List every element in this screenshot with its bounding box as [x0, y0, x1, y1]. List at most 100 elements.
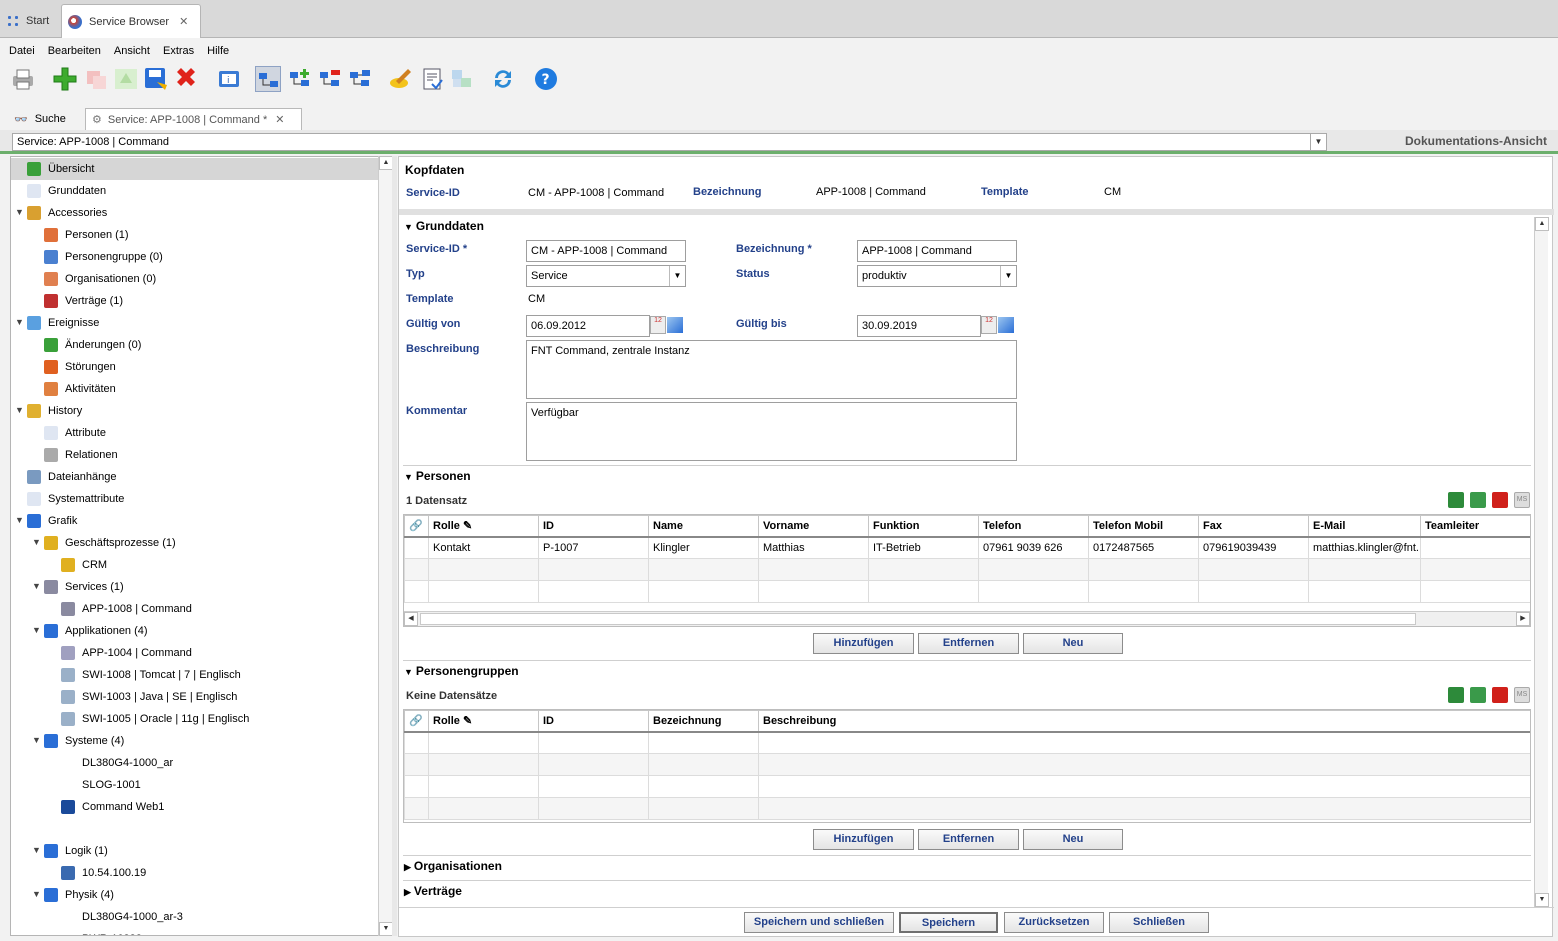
tree-item[interactable] [61, 818, 82, 840]
grunddaten-section[interactable]: ▼ Grunddaten [404, 219, 484, 233]
tree-item[interactable]: SWI-1003 | Java | SE | Englisch [61, 686, 237, 708]
service-select[interactable]: Service: APP-1008 | Command ▼ [12, 133, 1327, 151]
column-header[interactable]: Funktion [868, 515, 979, 538]
table-row[interactable] [404, 580, 1530, 603]
detail-scrollbar[interactable]: ▲ ▼ [1534, 217, 1549, 907]
tree-item[interactable]: Services (1) [44, 576, 124, 598]
column-header[interactable]: Rolle ✎ [428, 710, 539, 733]
tree-item[interactable]: Ereignisse [27, 312, 99, 334]
tree-item[interactable]: Systemattribute [27, 488, 124, 510]
tree-item[interactable]: Dateianhänge [27, 466, 117, 488]
menu-item-0[interactable]: Datei [9, 45, 35, 57]
calendar-icon[interactable]: 12 [650, 316, 666, 334]
scroll-up-icon[interactable]: ▲ [1535, 217, 1549, 231]
column-header[interactable]: Telefon Mobil [1088, 515, 1199, 538]
tree-item[interactable]: SLOG-1001 [61, 774, 141, 796]
table-row[interactable] [404, 753, 1530, 776]
copy-icon[interactable] [84, 66, 110, 92]
chevron-down-icon[interactable]: ▼ [669, 266, 685, 286]
table-row[interactable]: Kontakt P-1007 Klingler Matthias IT-Betrieb 0… [404, 536, 1530, 559]
export-csv-icon[interactable] [1470, 687, 1486, 703]
splitter[interactable] [392, 156, 397, 936]
view-map-link-icon[interactable] [347, 66, 373, 92]
status-select[interactable]: produktiv ▼ [857, 265, 1017, 287]
gueltig-bis-field[interactable]: 30.09.2019 [857, 315, 981, 337]
column-header[interactable]: Rolle ✎ [428, 515, 539, 538]
print-icon[interactable] [10, 66, 36, 92]
chevron-down-icon[interactable]: ▼ [15, 317, 24, 327]
tab-start[interactable]: Start [0, 4, 55, 38]
typ-select[interactable]: Service ▼ [526, 265, 686, 287]
tab-service[interactable]: ⚙ Service: APP-1008 | Command * ✕ [85, 108, 302, 130]
export-excel-icon[interactable] [1448, 492, 1464, 508]
close-icon[interactable]: ✕ [275, 113, 284, 126]
table-row[interactable] [404, 558, 1530, 581]
tree-item[interactable]: Störungen [44, 356, 116, 378]
tree-item[interactable]: DL380G4-1000_ar [61, 752, 173, 774]
horizontal-scrollbar[interactable]: ◀ ▶ [404, 611, 1530, 626]
personen-remove-button[interactable]: Entfernen [918, 633, 1019, 654]
info-icon[interactable]: i [216, 66, 242, 92]
column-header[interactable]: Bezeichnung [648, 710, 759, 733]
export-excel-icon[interactable] [1448, 687, 1464, 703]
gueltig-von-field[interactable]: 06.09.2012 [526, 315, 650, 337]
tree-item[interactable]: SWI-1005 | Oracle | 11g | Englisch [61, 708, 249, 730]
tree-item[interactable]: Änderungen (0) [44, 334, 141, 356]
tree-item[interactable]: APP-1004 | Command [61, 642, 192, 664]
tree-item[interactable]: Organisationen (0) [44, 268, 156, 290]
column-header[interactable]: 🔗 [404, 515, 429, 538]
tree-item[interactable]: CRM [61, 554, 107, 576]
save-and-close-button[interactable]: Speichern und schließen [744, 912, 894, 933]
beschreibung-field[interactable]: FNT Command, zentrale Instanz [526, 340, 1017, 399]
chevron-down-icon[interactable]: ▼ [1310, 134, 1326, 150]
column-header[interactable]: Beschreibung [758, 710, 1530, 733]
column-header[interactable]: ID [538, 710, 649, 733]
column-header[interactable]: Fax [1198, 515, 1309, 538]
tree-item[interactable]: Logik (1) [44, 840, 108, 862]
tree-item[interactable]: Relationen [44, 444, 118, 466]
chevron-down-icon[interactable]: ▼ [15, 207, 24, 217]
export-pdf-icon[interactable] [1492, 687, 1508, 703]
column-header[interactable]: 🔗 [404, 710, 429, 733]
scroll-right-icon[interactable]: ▶ [1516, 612, 1530, 626]
view-map-icon[interactable] [255, 66, 281, 92]
chevron-down-icon[interactable]: ▼ [32, 889, 41, 899]
tree-item[interactable]: History [27, 400, 82, 422]
tree-item[interactable]: Attribute [44, 422, 106, 444]
save-icon[interactable] [143, 66, 169, 92]
chevron-down-icon[interactable]: ▼ [32, 735, 41, 745]
chevron-down-icon[interactable]: ▼ [15, 515, 24, 525]
chevron-down-icon[interactable]: ▼ [32, 581, 41, 591]
tab-service-browser[interactable]: Service Browser ✕ [61, 4, 201, 38]
chevron-down-icon[interactable]: ▼ [15, 405, 24, 415]
gruppen-add-button[interactable]: Hinzufügen [813, 829, 914, 850]
menu-item-4[interactable]: Hilfe [207, 45, 229, 57]
scroll-thumb[interactable] [420, 613, 1416, 625]
edit-icon[interactable] [388, 66, 414, 92]
tree-item[interactable]: 10.54.100.19 [61, 862, 146, 884]
eraser-icon[interactable] [998, 317, 1014, 333]
menu-item-1[interactable]: Bearbeiten [48, 45, 101, 57]
tree-item[interactable]: APP-1008 | Command [61, 598, 192, 620]
tree-item[interactable]: Personen (1) [44, 224, 129, 246]
help-icon[interactable]: ? [533, 66, 559, 92]
tree-item[interactable]: Command Web1 [61, 796, 164, 818]
tree-item[interactable]: DL380G4-1000_ar-3 [61, 906, 183, 928]
save-button[interactable]: Speichern [899, 912, 998, 933]
personengruppen-section[interactable]: ▼ Personengruppen [404, 664, 519, 678]
chevron-down-icon[interactable]: ▼ [1000, 266, 1016, 286]
tab-search[interactable]: 👓 Suche [8, 108, 72, 130]
chevron-down-icon[interactable]: ▼ [32, 625, 41, 635]
tree-item[interactable]: Accessories [27, 202, 107, 224]
close-icon[interactable]: ✕ [179, 15, 188, 28]
tree-item[interactable]: SWI-1008 | Tomcat | 7 | Englisch [61, 664, 241, 686]
tree-item[interactable]: Grafik [27, 510, 77, 532]
personen-new-button[interactable]: Neu [1023, 633, 1123, 654]
column-header[interactable]: E-Mail [1308, 515, 1421, 538]
tree-item[interactable]: Personengruppe (0) [44, 246, 163, 268]
export-pdf-icon[interactable] [1492, 492, 1508, 508]
table-row[interactable] [404, 731, 1530, 754]
view-map-edit-icon[interactable] [317, 66, 343, 92]
column-header[interactable]: Vorname [758, 515, 869, 538]
column-header[interactable]: ID [538, 515, 649, 538]
